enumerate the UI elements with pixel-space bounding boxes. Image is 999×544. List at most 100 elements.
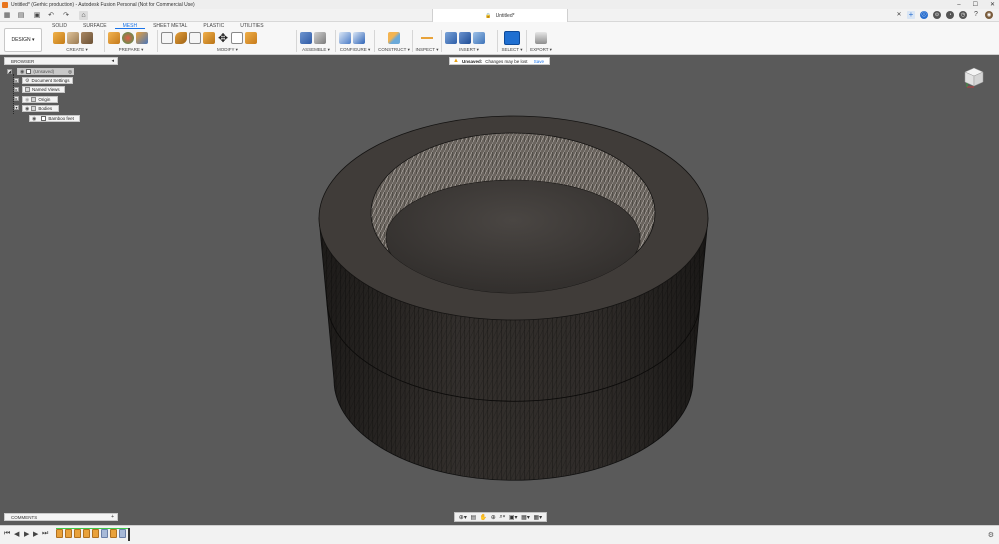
export-3d-print-icon[interactable] [535, 31, 547, 44]
notifications-icon[interactable]: ◔ [946, 11, 954, 19]
tree-item-document-settings[interactable]: ⚙ Document Settings [22, 77, 73, 84]
orbit-icon[interactable]: ⊕▾ [459, 514, 467, 521]
insert-mesh-icon[interactable] [445, 31, 457, 44]
timeline-marker-handle[interactable] [128, 528, 130, 541]
tessellate-icon[interactable] [67, 31, 79, 44]
undo-icon[interactable]: ↶ [46, 11, 56, 20]
tab-plastic[interactable]: PLASTIC [195, 23, 232, 29]
browser-panel-header[interactable]: BROWSER ◂ [4, 57, 118, 65]
collapse-icon[interactable]: ▾ [14, 105, 19, 110]
assemble-menu[interactable]: ASSEMBLE ▾ [300, 47, 332, 53]
tab-solid[interactable]: SOLID [44, 23, 75, 29]
timeline-first-icon[interactable]: ⏮ [4, 530, 10, 538]
tree-item-named-views[interactable]: Named Views [22, 86, 65, 93]
expand-icon[interactable]: ▸ [14, 78, 19, 83]
viewport-canvas[interactable] [0, 55, 999, 525]
help-icon[interactable]: ? [972, 11, 980, 19]
tree-root-unsaved[interactable]: ◉ (Unsaved) ◎ [17, 68, 74, 75]
timeline-settings-gear-icon[interactable]: ⚙ [988, 531, 994, 539]
new-tab-button[interactable]: + [907, 11, 915, 19]
remesh-icon[interactable] [136, 31, 148, 44]
timeline-play-icon[interactable]: ▶ [24, 530, 29, 538]
joint-icon[interactable] [314, 31, 326, 44]
viewports-icon[interactable]: ▦▾ [533, 514, 542, 521]
maximize-button[interactable]: ☐ [973, 1, 978, 8]
timeline-last-icon[interactable]: ⏭ [42, 530, 48, 538]
create-mesh-icon[interactable] [53, 31, 65, 44]
timeline-feature-icon[interactable] [83, 529, 90, 538]
home-icon[interactable]: ⌂ [79, 11, 88, 20]
select-cursor-icon[interactable] [504, 30, 520, 45]
insert-menu[interactable]: INSERT ▾ [445, 47, 493, 53]
create-menu[interactable]: CREATE ▾ [53, 47, 101, 53]
timeline-feature-icon[interactable] [56, 529, 63, 538]
clock-icon[interactable]: ◷ [959, 11, 967, 19]
tab-surface[interactable]: SURFACE [75, 23, 115, 29]
fit-icon[interactable]: ⌕▾ [499, 514, 505, 521]
timeline-feature-icon[interactable] [110, 529, 117, 538]
export-menu[interactable]: EXPORT ▾ [529, 47, 553, 53]
new-component-icon[interactable] [300, 31, 312, 44]
timeline-feature-icon[interactable] [74, 529, 81, 538]
prepare-menu[interactable]: PREPARE ▾ [108, 47, 154, 53]
tab-sheet-metal[interactable]: SHEET METAL [145, 23, 195, 29]
grid-settings-icon[interactable]: ▦▾ [521, 514, 530, 521]
insert-derive-icon[interactable] [459, 31, 471, 44]
close-button[interactable]: ✕ [990, 1, 995, 8]
tree-item-bodies[interactable]: ◉ Bodies [22, 105, 59, 112]
move-copy-icon[interactable]: ✥ [217, 32, 229, 44]
timeline-feature-icon[interactable] [101, 529, 108, 538]
press-pull-icon[interactable] [161, 31, 173, 44]
timeline-prev-icon[interactable]: ◀ [14, 530, 19, 538]
insert-canvas-icon[interactable] [473, 31, 485, 44]
combine-icon[interactable] [203, 31, 215, 44]
construct-menu[interactable]: CONSTRUCT ▾ [378, 47, 410, 53]
visibility-eye-icon[interactable]: ◉ [32, 116, 36, 122]
repair-icon[interactable] [122, 31, 134, 44]
reverse-normal-icon[interactable] [231, 31, 243, 44]
timeline-next-icon[interactable]: ▶ [33, 530, 38, 538]
timeline-feature-icon[interactable] [119, 529, 126, 538]
tab-utilities[interactable]: UTILITIES [232, 23, 271, 29]
close-tab-icon[interactable]: ✕ [896, 11, 902, 20]
zoom-icon[interactable]: ⊕ [491, 514, 496, 521]
save-icon[interactable]: ▣ [33, 11, 41, 20]
inspect-menu[interactable]: INSPECT ▾ [415, 47, 439, 53]
configure-rule-icon[interactable] [353, 31, 365, 44]
root-collapse-icon[interactable]: ◢ [7, 69, 12, 74]
select-menu[interactable]: SELECT ▾ [501, 47, 523, 53]
shell-icon[interactable] [245, 31, 257, 44]
timeline-feature-icon[interactable] [65, 529, 72, 538]
extensions-icon[interactable]: ⓘ [920, 11, 928, 19]
redo-icon[interactable]: ↷ [61, 11, 71, 20]
offset-plane-icon[interactable] [388, 31, 400, 44]
minimize-button[interactable]: – [957, 2, 960, 8]
plane-cut-icon[interactable] [189, 31, 201, 44]
document-tab[interactable]: 🔒 Untitled* [432, 9, 568, 22]
expand-icon[interactable]: ▸ [14, 87, 19, 92]
comments-panel-header[interactable]: COMMENTS + [4, 513, 118, 521]
tree-item-bamboo-feet[interactable]: ◉ Bamboo feet [29, 115, 80, 122]
modify-menu[interactable]: MODIFY ▾ [161, 47, 265, 53]
generate-face-groups-icon[interactable] [108, 31, 120, 44]
data-panel-grid-icon[interactable]: ▦ [3, 11, 11, 20]
visibility-eye-icon[interactable]: ◉ [20, 69, 24, 75]
avatar[interactable]: ◉ [985, 11, 993, 19]
add-comment-icon[interactable]: + [111, 514, 114, 520]
activate-radio-icon[interactable]: ◎ [68, 69, 72, 75]
job-status-icon[interactable]: ⊙ [933, 11, 941, 19]
workspace-switcher[interactable]: DESIGN ▾ [4, 28, 42, 52]
pan-icon[interactable]: ✋ [480, 514, 487, 521]
browser-collapse-icon[interactable]: ◂ [111, 58, 114, 64]
tab-mesh[interactable]: MESH [114, 23, 146, 29]
save-link[interactable]: Save [534, 59, 544, 64]
file-menu-icon[interactable]: ▤ [16, 11, 26, 20]
measure-icon[interactable] [421, 31, 433, 44]
viewcube-icon[interactable] [961, 65, 987, 91]
visibility-eye-icon[interactable]: ◉ [25, 106, 29, 112]
create-face-group-icon[interactable] [81, 31, 93, 44]
smooth-icon[interactable] [175, 31, 187, 44]
display-settings-icon[interactable]: ▣▾ [509, 514, 518, 521]
expand-icon[interactable]: ▸ [14, 96, 19, 101]
timeline-feature-icon[interactable] [92, 529, 99, 538]
